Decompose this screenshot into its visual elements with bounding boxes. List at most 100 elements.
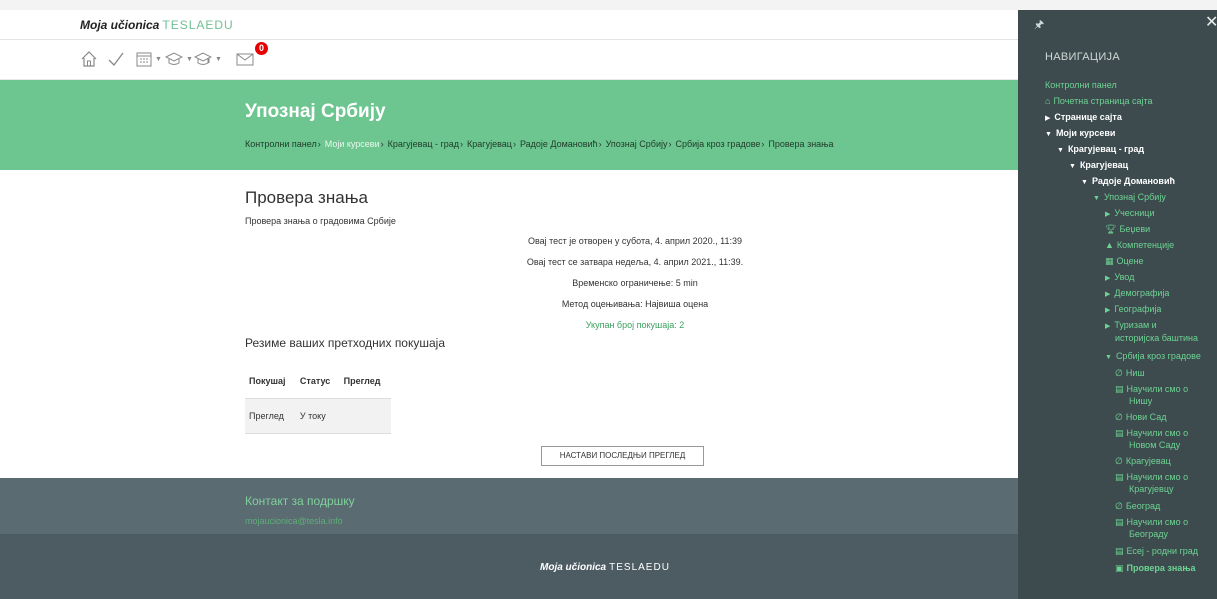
- link-icon: ∅: [1115, 412, 1123, 422]
- nav-item-kragujevac-city[interactable]: ▼ Крагујевац - град: [1057, 144, 1144, 156]
- quiz-open-date: Овај тест је отворен у субота, 4. април …: [527, 236, 743, 246]
- icon-toolbar: ▼ ▼ ▼ 0: [0, 40, 1018, 80]
- continue-attempt-button[interactable]: НАСТАВИ ПОСЛЕДЊИ ПРЕГЛЕД: [541, 446, 704, 466]
- breadcrumb-item[interactable]: Крагујевац - град: [388, 139, 459, 149]
- logo-bar: Moja učionica TESLAEDU: [0, 10, 1018, 40]
- chevron-right-icon: ▶: [1105, 211, 1111, 218]
- nav-item-label: Почетна страница сајта: [1053, 96, 1153, 106]
- nav-item-learned-kragujevac-cont[interactable]: Крагујевцу: [1129, 484, 1173, 495]
- nav-item-tourism-cont[interactable]: историјска баштина: [1115, 333, 1198, 344]
- pin-icon[interactable]: 🖈: [1034, 16, 1044, 35]
- nav-item-grades[interactable]: ▦ Оцене: [1105, 256, 1144, 267]
- nav-item-label: Туризам и: [1114, 320, 1157, 330]
- logo-text-right: TESLAEDU: [162, 18, 234, 32]
- chevron-down-icon: ▼: [155, 55, 162, 63]
- nav-item-dashboard[interactable]: Контролни панел: [1045, 80, 1117, 91]
- nav-item-label: Моји курсеви: [1055, 128, 1116, 138]
- nav-item-learned-novi-sad-cont[interactable]: Новом Саду: [1129, 440, 1180, 451]
- drawer-title: НАВИГАЦИЈА: [1045, 51, 1120, 63]
- footer-logo: Moja učionica TESLAEDU: [540, 562, 670, 573]
- nav-item-learned-belgrade-cont[interactable]: Београду: [1129, 529, 1168, 540]
- nav-item-essay[interactable]: ▤ Есеј - родни град: [1115, 546, 1198, 557]
- quiz-attempts-total[interactable]: Укупан број покушаја: 2: [380, 320, 890, 330]
- nav-item-site-home[interactable]: ⌂ Почетна страница сајта: [1045, 96, 1153, 107]
- nav-item-learned-nis-cont[interactable]: Нишу: [1129, 396, 1152, 407]
- nav-item-demography[interactable]: ▶ Демографија: [1105, 288, 1169, 300]
- nav-item-kragujevac[interactable]: ▼ Крагујевац: [1069, 160, 1128, 172]
- nav-item-label: Крагујевац - град: [1067, 144, 1145, 154]
- mail-icon[interactable]: 0: [236, 42, 268, 70]
- nav-item-school[interactable]: ▼ Радоје Домановић: [1081, 176, 1175, 188]
- chevron-down-icon: ▼: [186, 55, 193, 63]
- nav-item-label: Увод: [1114, 272, 1135, 282]
- footer-logo-right: TESLAEDU: [609, 562, 670, 573]
- check-icon[interactable]: [107, 48, 125, 70]
- nav-item-competencies[interactable]: ▲ Компетенције: [1105, 240, 1174, 251]
- nav-item-quiz-current[interactable]: ▣ Провера знања: [1115, 563, 1195, 574]
- nav-item-label: Географија: [1114, 304, 1162, 314]
- nav-item-serbia-cities[interactable]: ▼ Србија кроз градове: [1105, 351, 1201, 363]
- chevron-down-icon: ▼: [215, 55, 222, 63]
- nav-item-label: Београд: [1125, 501, 1161, 511]
- graduation-cap-icon[interactable]: ▼: [165, 48, 193, 70]
- calendar-icon[interactable]: ▼: [136, 48, 162, 70]
- nav-item-site-pages[interactable]: ▶ Странице сајта: [1045, 112, 1122, 124]
- nav-item-label: Странице сајта: [1054, 112, 1122, 122]
- nav-item-participants[interactable]: ▶ Учесници: [1105, 208, 1154, 220]
- breadcrumb-item[interactable]: Србија кроз градове: [675, 139, 760, 149]
- support-title: Контакт за подршку: [245, 494, 355, 508]
- column-header: Преглед: [339, 364, 391, 399]
- lesson-icon: ▤: [1115, 472, 1124, 482]
- table-cell: Преглед: [245, 398, 296, 434]
- nav-item-my-courses[interactable]: ▼ Моји курсеви: [1045, 128, 1115, 140]
- chevron-down-icon: ▼: [1045, 131, 1052, 138]
- graduation-cap-list-icon[interactable]: ▼: [194, 48, 222, 70]
- footer-logo-left: Moja učionica: [540, 562, 607, 573]
- breadcrumb-item[interactable]: Контролни панел: [245, 139, 317, 149]
- nav-item-label: Научили смо о: [1126, 384, 1189, 394]
- trophy-icon: 🏆︎: [1105, 224, 1117, 234]
- nav-item-nis[interactable]: ∅ Ниш: [1115, 368, 1145, 379]
- nav-item-label: Компетенције: [1116, 240, 1175, 250]
- support-email-link[interactable]: mojaucionica@tesla.info: [245, 516, 343, 526]
- quiz-icon: ▣: [1115, 563, 1124, 573]
- table-cell: У току: [295, 398, 340, 434]
- home-icon[interactable]: [80, 48, 98, 70]
- competency-icon: ▲: [1105, 240, 1114, 250]
- quiz-title: Провера знања: [245, 188, 368, 207]
- nav-item-intro[interactable]: ▶ Увод: [1105, 272, 1134, 284]
- site-logo[interactable]: Moja učionica TESLAEDU: [80, 18, 234, 32]
- chevron-down-icon: ▼: [1093, 195, 1100, 202]
- nav-item-learned-nis[interactable]: ▤ Научили смо о: [1115, 384, 1188, 395]
- breadcrumb-item[interactable]: Крагујевац: [467, 139, 512, 149]
- chevron-right-icon: ▶: [1105, 307, 1111, 314]
- nav-item-novi-sad[interactable]: ∅ Нови Сад: [1115, 412, 1167, 423]
- lesson-icon: ▤: [1115, 546, 1124, 556]
- chevron-right-icon: ▶: [1105, 275, 1111, 282]
- breadcrumb-item[interactable]: Провера знања: [768, 139, 833, 149]
- nav-item-belgrade[interactable]: ∅ Београд: [1115, 501, 1160, 512]
- nav-item-learned-novi-sad[interactable]: ▤ Научили смо о: [1115, 428, 1188, 439]
- nav-item-learned-belgrade[interactable]: ▤ Научили смо о: [1115, 517, 1188, 528]
- nav-item-tourism[interactable]: ▶ Туризам и: [1105, 320, 1157, 332]
- column-header: Покушај: [245, 364, 296, 399]
- chevron-down-icon: ▼: [1081, 179, 1088, 186]
- nav-item-kragujevac-link[interactable]: ∅ Крагујевац: [1115, 456, 1171, 467]
- main-column: Moja učionica TESLAEDU ▼ ▼ ▼ 0 Упознај Ср…: [0, 10, 1018, 599]
- nav-item-badges[interactable]: 🏆︎ Беџеви: [1105, 224, 1150, 235]
- breadcrumb-item[interactable]: Упознај Србију: [606, 139, 668, 149]
- course-header: Упознај Србију Контролни панел › Моји кур…: [0, 80, 1018, 170]
- close-icon[interactable]: ✕: [1205, 12, 1217, 32]
- top-strip: [0, 0, 1217, 10]
- breadcrumb-item[interactable]: Моји курсеви: [325, 139, 380, 149]
- attempts-table: Покушај Статус Преглед Преглед У току: [245, 364, 391, 434]
- nav-item-geography[interactable]: ▶ Географија: [1105, 304, 1161, 316]
- nav-item-label: историјска баштина: [1115, 333, 1199, 343]
- breadcrumb-item[interactable]: Радоје Домановић: [520, 139, 598, 149]
- nav-item-learned-kragujevac[interactable]: ▤ Научили смо о: [1115, 472, 1188, 483]
- nav-item-course[interactable]: ▼ Упознај Србију: [1093, 192, 1166, 204]
- quiz-grading-method: Метод оцењивања: Највиша оцена: [561, 299, 709, 309]
- breadcrumb: Контролни панел › Моји курсеви › Крагујева…: [245, 139, 834, 149]
- notification-badge: 0: [255, 42, 268, 55]
- table-row: Преглед У току: [245, 398, 391, 434]
